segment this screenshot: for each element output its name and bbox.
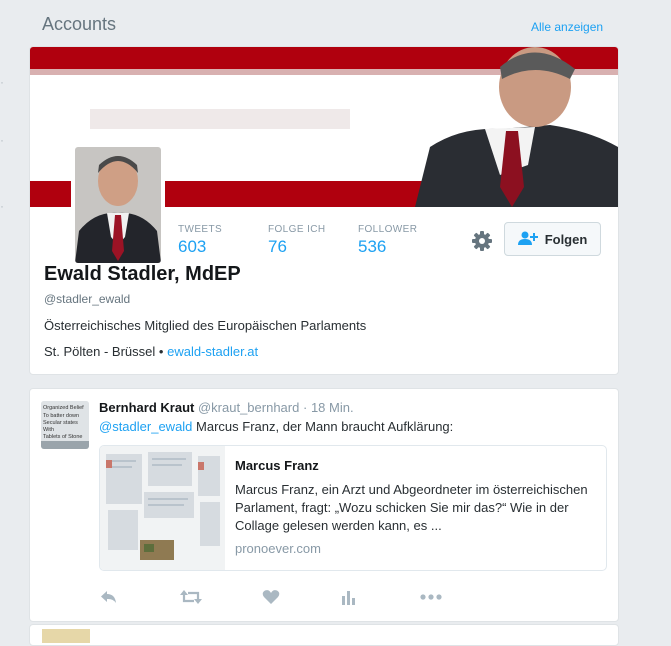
like-icon[interactable] xyxy=(262,589,280,610)
stat-label: FOLGE ICH xyxy=(268,224,326,235)
profile-card: TWEETS 603 FOLGE ICH 76 FOLLOWER 536 Fol… xyxy=(29,46,619,375)
tweet-body: Marcus Franz, der Mann braucht Aufklärun… xyxy=(192,419,454,434)
stat-following[interactable]: FOLGE ICH 76 xyxy=(268,224,326,257)
stat-label: TWEETS xyxy=(178,224,223,235)
add-user-icon xyxy=(517,231,538,248)
profile-name[interactable]: Ewald Stadler, MdEP xyxy=(44,263,241,286)
tweet-text: @stadler_ewald Marcus Franz, der Mann br… xyxy=(99,419,453,434)
profile-avatar[interactable] xyxy=(71,143,165,267)
stat-tweets[interactable]: TWEETS 603 xyxy=(178,224,222,257)
follow-button[interactable]: Folgen xyxy=(504,222,601,256)
profile-location: St. Pölten - Brüssel xyxy=(44,344,156,359)
avatar-caption-line: With xyxy=(43,427,54,433)
retweet-icon[interactable] xyxy=(180,589,202,610)
stat-value: 536 xyxy=(358,237,387,256)
avatar-caption-line: Secular states xyxy=(43,420,78,426)
section-title: Accounts xyxy=(42,14,117,34)
profile-location-line: St. Pölten - Brüssel • ewald-stadler.at xyxy=(44,344,258,359)
tweet-timestamp[interactable]: 18 Min. xyxy=(311,400,354,415)
stat-label: FOLLOWER xyxy=(358,224,418,235)
tweet-card[interactable]: Organized Belief To batter down Secular … xyxy=(29,388,619,622)
edge-marker: · xyxy=(0,133,4,147)
link-preview-title: Marcus Franz xyxy=(235,458,319,473)
follow-button-label: Folgen xyxy=(544,231,588,247)
reply-icon[interactable] xyxy=(100,589,118,610)
edge-marker: · xyxy=(0,199,4,213)
tweet-author-handle[interactable]: @kraut_bernhard xyxy=(198,400,299,415)
stat-value: 76 xyxy=(268,237,287,256)
tweet-author-name[interactable]: Bernhard Kraut xyxy=(99,400,194,415)
link-preview-description: Marcus Franz, ein Arzt und Abgeordneter … xyxy=(235,482,588,533)
analytics-icon[interactable] xyxy=(340,589,356,610)
profile-bio: Österreichisches Mitglied des Europäisch… xyxy=(44,318,367,333)
stat-value: 603 xyxy=(178,237,207,256)
stat-followers[interactable]: FOLLOWER 536 xyxy=(358,224,417,257)
gear-icon[interactable] xyxy=(471,230,493,252)
link-preview-domain: pronoever.com xyxy=(235,541,321,556)
show-all-link[interactable]: Alle anzeigen xyxy=(531,20,603,34)
profile-website-link[interactable]: ewald-stadler.at xyxy=(167,344,258,359)
next-tweet-avatar xyxy=(42,629,90,643)
avatar-caption-line: Organized Belief xyxy=(43,405,84,411)
avatar-caption-line: Tablets of Stone xyxy=(43,434,82,440)
more-icon[interactable] xyxy=(420,589,442,610)
avatar-caption-line: To batter down xyxy=(43,413,79,419)
tweet-header: Bernhard Kraut @kraut_bernhard · 18 Min. xyxy=(99,400,354,415)
link-preview-card[interactable]: Marcus Franz Marcus Franz, ein Arzt und … xyxy=(99,445,607,571)
tweet-author-avatar[interactable]: Organized Belief To batter down Secular … xyxy=(41,401,89,449)
edge-marker: · xyxy=(0,75,4,89)
separator-dot: · xyxy=(302,400,308,415)
tweet-mention[interactable]: @stadler_ewald xyxy=(99,419,192,434)
profile-handle[interactable]: @stadler_ewald xyxy=(44,292,130,306)
link-preview-thumbnail xyxy=(100,446,225,570)
separator-dot: • xyxy=(158,344,164,359)
next-tweet-card[interactable] xyxy=(29,624,619,646)
